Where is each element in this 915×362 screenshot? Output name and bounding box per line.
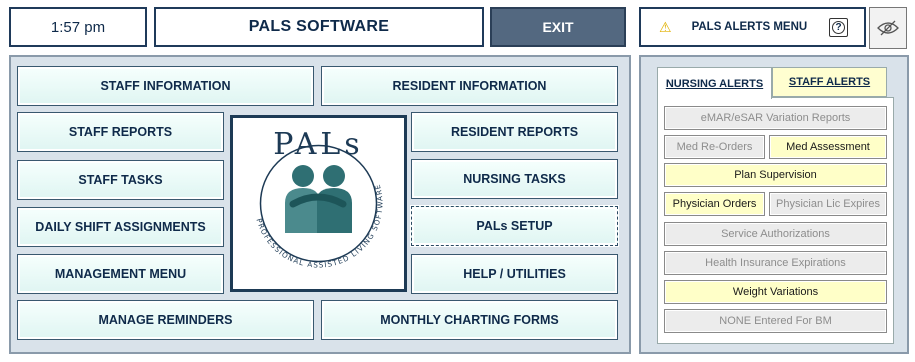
exit-button[interactable]: EXIT: [490, 7, 626, 47]
staff-tasks-button[interactable]: STAFF TASKS: [17, 160, 224, 200]
alerts-menu-header: ⚠ PALS ALERTS MENU ?: [639, 7, 866, 47]
pals-logo: PALs PROFESSIONAL ASSISTED LIVING SOFTWA…: [230, 115, 407, 292]
alerts-panel: NURSING ALERTS STAFF ALERTS eMAR/eSAR Va…: [639, 55, 909, 354]
help-button[interactable]: ?: [829, 18, 848, 37]
weight-variations-button[interactable]: Weight Variations: [664, 280, 887, 304]
med-reorders-button[interactable]: Med Re-Orders: [664, 135, 765, 159]
health-insurance-expirations-button[interactable]: Health Insurance Expirations: [664, 251, 887, 275]
staff-information-button[interactable]: STAFF INFORMATION: [17, 66, 314, 106]
clock-display: 1:57 pm: [9, 7, 147, 47]
resident-reports-button[interactable]: RESIDENT REPORTS: [411, 112, 618, 152]
physician-orders-button[interactable]: Physician Orders: [664, 192, 765, 216]
none-entered-for-bm-button[interactable]: NONE Entered For BM: [664, 309, 887, 333]
management-menu-button[interactable]: MANAGEMENT MENU: [17, 254, 224, 294]
manage-reminders-button[interactable]: MANAGE REMINDERS: [17, 300, 314, 340]
people-figures-icon: [285, 165, 352, 233]
nursing-tasks-button[interactable]: NURSING TASKS: [411, 159, 618, 199]
main-menu-panel: STAFF INFORMATION RESIDENT INFORMATION S…: [9, 55, 631, 354]
eye-slash-icon: [877, 20, 899, 36]
logo-wordmark: PALs: [273, 127, 363, 162]
med-assessment-button[interactable]: Med Assessment: [769, 135, 887, 159]
question-mark-icon: ?: [832, 21, 845, 34]
app-title: PALS SOFTWARE: [154, 7, 484, 47]
tab-nursing-alerts[interactable]: NURSING ALERTS: [657, 67, 772, 99]
pals-setup-button[interactable]: PALs SETUP: [411, 206, 618, 246]
plan-supervision-button[interactable]: Plan Supervision: [664, 163, 887, 187]
daily-shift-assignments-button[interactable]: DAILY SHIFT ASSIGNMENTS: [17, 207, 224, 247]
emar-variation-reports-button[interactable]: eMAR/eSAR Variation Reports: [664, 106, 887, 130]
resident-information-button[interactable]: RESIDENT INFORMATION: [321, 66, 618, 106]
staff-reports-button[interactable]: STAFF REPORTS: [17, 112, 224, 152]
alerts-list: eMAR/eSAR Variation Reports Med Re-Order…: [657, 97, 894, 344]
monthly-charting-forms-button[interactable]: MONTHLY CHARTING FORMS: [321, 300, 618, 340]
physician-lic-expires-button[interactable]: Physician Lic Expires: [769, 192, 887, 216]
alerts-menu-title: PALS ALERTS MENU: [691, 21, 808, 33]
warning-triangle-icon: ⚠: [659, 18, 672, 35]
tab-staff-alerts[interactable]: STAFF ALERTS: [772, 67, 887, 97]
visibility-toggle-button[interactable]: [869, 7, 907, 49]
service-authorizations-button[interactable]: Service Authorizations: [664, 222, 887, 246]
help-utilities-button[interactable]: HELP / UTILITIES: [411, 254, 618, 294]
